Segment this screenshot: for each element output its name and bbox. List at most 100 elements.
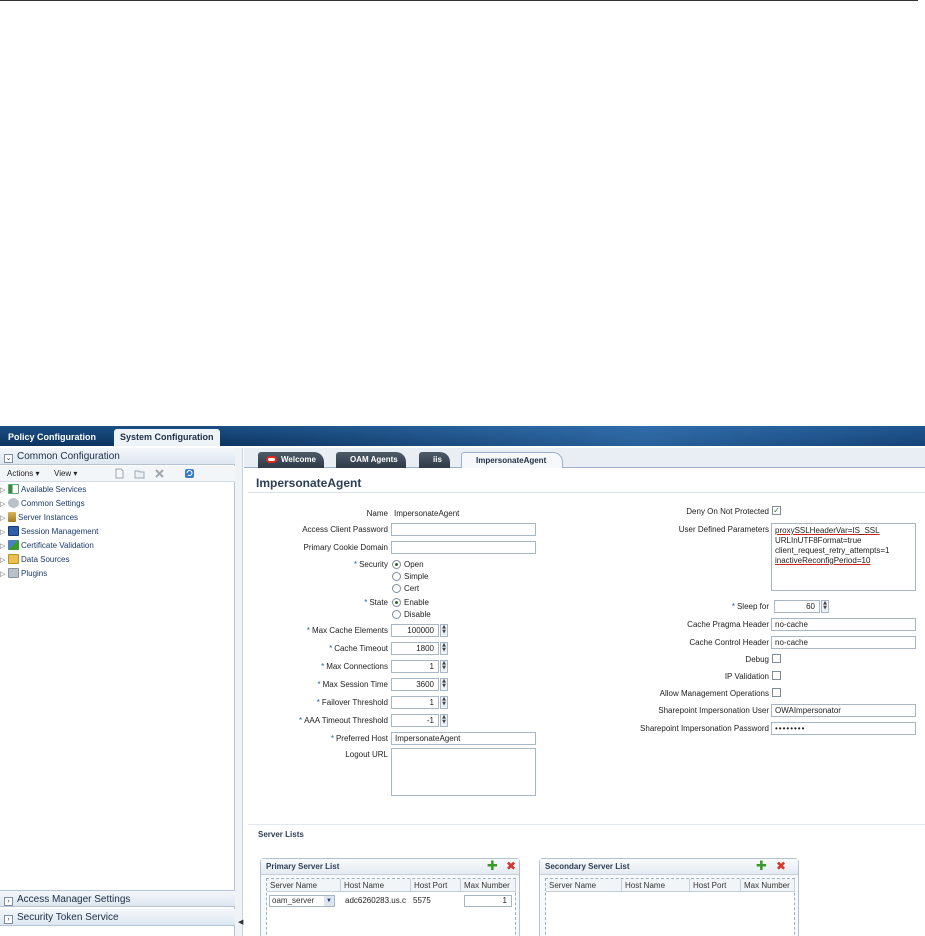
security-token-service-header[interactable]: › Security Token Service (0, 909, 235, 926)
expand-icon[interactable]: › (4, 897, 13, 906)
panel-splitter[interactable]: ◀ (235, 448, 243, 936)
max-cache-elements-input[interactable]: 100000 (391, 624, 439, 637)
max-cache-elements-label: * Max Cache Elements (307, 626, 388, 635)
host-port-cell[interactable]: 5575 (413, 895, 431, 907)
expand-icon[interactable]: › (4, 915, 13, 924)
logout-url-label: Logout URL (345, 750, 388, 759)
aaa-timeout-threshold-spinner[interactable]: ▲ ▼ (440, 714, 448, 727)
add-server-icon[interactable]: ✚ (487, 860, 498, 873)
security-cert-radio[interactable] (392, 584, 401, 593)
state-label: * State (364, 598, 388, 607)
column-header-host-name[interactable]: Host Name (622, 879, 690, 892)
tree-item-common-settings[interactable]: ▷ Common Settings (0, 498, 85, 511)
tree-item-session-management[interactable]: ▷ Session Management (0, 526, 98, 539)
state-enable-radio[interactable] (392, 598, 401, 607)
certificate-icon (8, 540, 19, 550)
sharepoint-impersonation-password-input[interactable]: •••••••• (771, 722, 916, 735)
sleep-for-input[interactable]: 60 (774, 600, 820, 613)
logout-url-textarea[interactable] (391, 748, 536, 796)
max-connections-spinner[interactable]: ▲ ▼ (440, 660, 448, 673)
collapse-arrow-icon[interactable]: ◀ (238, 918, 243, 926)
column-header-host-port[interactable]: Host Port (411, 879, 461, 892)
tree-label: Certificate Validation (21, 541, 94, 550)
max-cache-elements-spinner[interactable]: ▲ ▼ (440, 624, 448, 637)
ip-validation-checkbox[interactable] (772, 671, 781, 680)
security-simple-radio[interactable] (392, 572, 401, 581)
expand-icon[interactable]: ▷ (0, 542, 8, 550)
section-divider (248, 824, 925, 825)
debug-checkbox[interactable] (772, 654, 781, 663)
expand-icon[interactable]: ▷ (0, 486, 8, 494)
common-configuration-header[interactable]: ⌄ Common Configuration (0, 448, 235, 465)
access-manager-settings-header[interactable]: › Access Manager Settings (0, 890, 235, 907)
failover-threshold-input[interactable]: 1 (391, 696, 439, 709)
delete-icon[interactable] (154, 468, 165, 479)
tab-iis[interactable]: iis (419, 452, 450, 468)
tree-item-server-instances[interactable]: ▷ Server Instances (0, 512, 78, 525)
chevron-down-icon[interactable]: ▼ (324, 896, 334, 906)
view-menu[interactable]: View ▾ (54, 469, 77, 478)
delete-server-icon[interactable]: ✖ (506, 860, 516, 873)
access-client-password-input[interactable] (391, 523, 536, 536)
server-name-select[interactable]: oam_server ▼ (269, 895, 335, 907)
top-tab-bar: Policy Configuration System Configuratio… (0, 426, 925, 446)
column-header-host-port[interactable]: Host Port (690, 879, 741, 892)
tab-oam-agents[interactable]: OAM Agents (336, 452, 406, 468)
expand-icon[interactable]: ▷ (0, 500, 8, 508)
cache-timeout-spinner[interactable]: ▲ ▼ (440, 642, 448, 655)
max-session-time-spinner[interactable]: ▲ ▼ (440, 678, 448, 691)
column-header-max-number[interactable]: Max Number (741, 879, 795, 892)
cache-pragma-header-input[interactable]: no-cache (771, 618, 916, 631)
aaa-timeout-threshold-input[interactable]: -1 (391, 714, 439, 727)
deny-on-not-protected-checkbox[interactable]: ✓ (772, 506, 781, 515)
max-number-input[interactable]: 1 (464, 895, 512, 907)
column-header-server-name[interactable]: Server Name (267, 879, 341, 892)
primary-server-grid: Server Name Host Name Host Port Max Numb… (266, 878, 516, 936)
required-marker: * (316, 698, 320, 707)
preferred-host-input[interactable]: ImpersonateAgent (391, 732, 536, 745)
security-open-radio[interactable] (392, 560, 401, 569)
cache-control-header-input[interactable]: no-cache (771, 636, 916, 649)
expand-icon[interactable]: ▷ (0, 556, 8, 564)
security-open-label: Open (404, 560, 424, 569)
sleep-for-spinner[interactable]: ▲ ▼ (821, 600, 829, 613)
column-header-host-name[interactable]: Host Name (341, 879, 411, 892)
tree-item-plugins[interactable]: ▷ Plugins (0, 568, 47, 581)
primary-cookie-domain-input[interactable] (391, 541, 536, 554)
host-name-cell[interactable]: adc6260283.us.c (345, 895, 406, 907)
tree-item-certificate-validation[interactable]: ▷ Certificate Validation (0, 540, 94, 553)
sharepoint-impersonation-user-input[interactable]: OWAImpersonator (771, 704, 916, 717)
access-client-password-label: Access Client Password (302, 525, 388, 534)
tab-policy-configuration[interactable]: Policy Configuration (2, 429, 102, 446)
cache-timeout-input[interactable]: 1800 (391, 642, 439, 655)
expand-icon[interactable]: ▷ (0, 570, 8, 578)
actions-menu[interactable]: Actions ▾ (7, 469, 39, 478)
refresh-icon[interactable] (184, 468, 195, 479)
max-connections-input[interactable]: 1 (391, 660, 439, 673)
column-header-server-name[interactable]: Server Name (546, 879, 622, 892)
sleep-for-label: * Sleep for (732, 602, 769, 611)
tab-impersonate-agent[interactable]: ImpersonateAgent (461, 452, 564, 468)
tab-welcome[interactable]: Welcome (258, 452, 324, 468)
udp-line: inactiveReconfigPeriod=10 (775, 556, 871, 565)
server-name-value: oam_server (272, 896, 315, 905)
user-defined-parameters-textarea[interactable]: proxySSLHeaderVar=IS_SSL URLInUTF8Format… (771, 523, 916, 591)
collapse-icon[interactable]: ⌄ (4, 454, 13, 463)
delete-server-icon[interactable]: ✖ (776, 860, 786, 873)
open-icon[interactable] (134, 468, 145, 479)
max-session-time-input[interactable]: 3600 (391, 678, 439, 691)
tab-system-configuration[interactable]: System Configuration (114, 429, 220, 446)
tree-label: Available Services (21, 485, 87, 494)
add-server-icon[interactable]: ✚ (756, 860, 767, 873)
tree-item-data-sources[interactable]: ▷ Data Sources (0, 554, 69, 567)
tree-item-available-services[interactable]: ▷ Available Services (0, 484, 86, 497)
expand-icon[interactable]: ▷ (0, 514, 8, 522)
state-disable-radio[interactable] (392, 610, 401, 619)
allow-management-operations-checkbox[interactable] (772, 688, 781, 697)
failover-threshold-spinner[interactable]: ▲ ▼ (440, 696, 448, 709)
cache-pragma-header-label: Cache Pragma Header (687, 620, 769, 629)
expand-icon[interactable]: ▷ (0, 528, 8, 536)
column-header-max-number[interactable]: Max Number (461, 879, 516, 892)
state-label-text: State (369, 598, 388, 607)
new-icon[interactable] (114, 468, 125, 479)
